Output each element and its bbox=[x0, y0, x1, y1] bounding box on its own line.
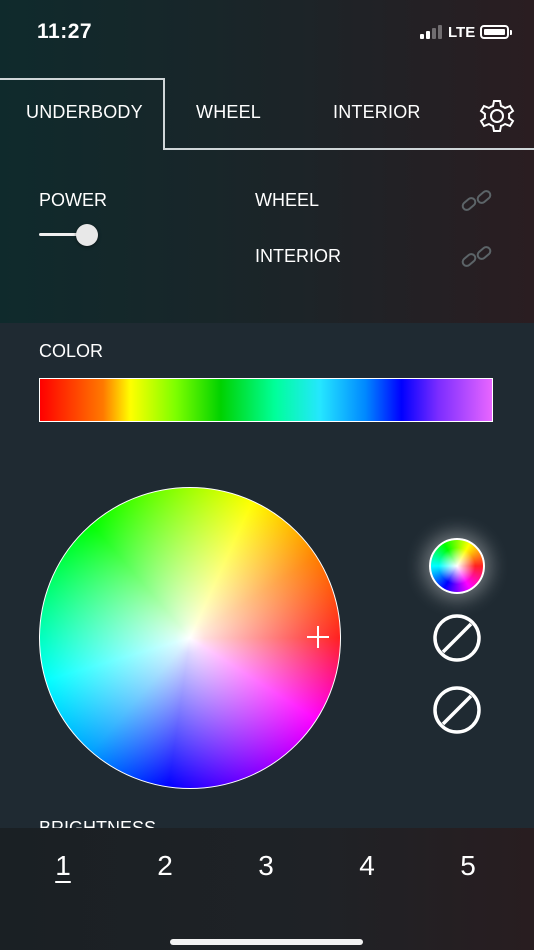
page-5-button[interactable]: 5 bbox=[448, 850, 488, 882]
color-label: COLOR bbox=[39, 341, 104, 361]
power-label: POWER bbox=[39, 190, 108, 210]
page-2-button[interactable]: 2 bbox=[145, 850, 185, 882]
power-slider-knob[interactable] bbox=[76, 224, 98, 246]
link-icon[interactable] bbox=[460, 242, 494, 272]
preset-empty-button[interactable] bbox=[431, 684, 483, 736]
gear-icon[interactable] bbox=[476, 95, 518, 137]
link-label-interior: INTERIOR bbox=[255, 246, 342, 266]
preset-empty-button[interactable] bbox=[431, 612, 483, 664]
link-icon[interactable] bbox=[460, 186, 494, 216]
tab-interior[interactable]: INTERIOR bbox=[333, 102, 421, 123]
status-time: 11:27 bbox=[37, 20, 93, 43]
home-indicator[interactable] bbox=[170, 939, 363, 945]
preset-color-wheel-button[interactable] bbox=[429, 538, 485, 594]
page-4-button[interactable]: 4 bbox=[347, 850, 387, 882]
page-1-button[interactable]: 1 bbox=[43, 850, 83, 882]
tab-underbody[interactable]: UNDERBODY bbox=[26, 102, 143, 123]
color-spectrum-bar[interactable] bbox=[39, 378, 493, 422]
bottom-nav bbox=[0, 828, 534, 950]
page-3-button[interactable]: 3 bbox=[246, 850, 286, 882]
tab-border bbox=[163, 78, 165, 150]
link-label-wheel: WHEEL bbox=[255, 190, 320, 210]
color-picker-crosshair[interactable] bbox=[307, 626, 329, 648]
tab-border bbox=[0, 78, 164, 80]
signal-icon bbox=[420, 25, 444, 39]
color-wheel[interactable] bbox=[39, 487, 341, 789]
network-label: LTE bbox=[448, 24, 476, 41]
tab-bar: UNDERBODY WHEEL INTERIOR bbox=[0, 78, 534, 150]
tab-wheel[interactable]: WHEEL bbox=[196, 102, 261, 123]
tab-border bbox=[163, 148, 534, 150]
battery-icon bbox=[480, 25, 512, 39]
status-bar: 11:27 LTE bbox=[0, 0, 534, 64]
